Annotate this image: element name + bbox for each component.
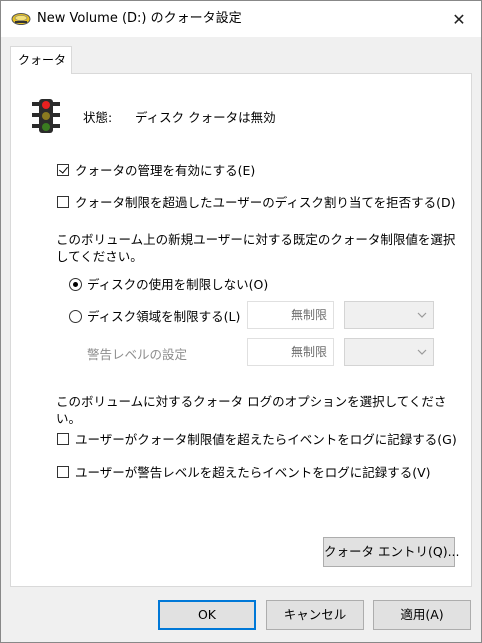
checkbox-unchecked[interactable] [57, 196, 69, 208]
limit-radio[interactable]: ディスク領域を制限する(L) [69, 308, 240, 326]
checkbox-checked[interactable] [57, 164, 69, 176]
traffic-light-icon [32, 99, 60, 133]
warning-value-field[interactable]: 無制限 [247, 338, 334, 366]
enable-quota-label: クォータの管理を有効にする(E) [75, 163, 256, 178]
log-warning-label: ユーザーが警告レベルを超えたらイベントをログに記録する(V) [75, 465, 431, 480]
no-limit-radio[interactable]: ディスクの使用を制限しない(O) [69, 276, 268, 294]
deny-space-label: クォータ制限を超過したユーザーのディスク割り当てを拒否する(D) [75, 195, 456, 210]
radio-selected[interactable] [69, 278, 82, 291]
close-button[interactable]: ✕ [437, 1, 481, 37]
status-label: 状態: [83, 110, 113, 125]
title-bar: New Volume (D:) のクォータ設定 ✕ [1, 1, 481, 37]
chevron-down-icon [417, 312, 427, 318]
window-title: New Volume (D:) のクォータ設定 [37, 11, 242, 26]
log-warning-checkbox[interactable]: ユーザーが警告レベルを超えたらイベントをログに記録する(V) [57, 464, 431, 482]
defaults-description: このボリューム上の新規ユーザーに対する既定のクォータ制限値を選択してください。 [56, 232, 456, 264]
no-limit-label: ディスクの使用を制限しない(O) [87, 277, 269, 292]
deny-space-checkbox[interactable]: クォータ制限を超過したユーザーのディスク割り当てを拒否する(D) [57, 194, 456, 212]
checkbox-unchecked[interactable] [57, 433, 69, 445]
apply-button[interactable]: 適用(A) [373, 600, 471, 630]
checkbox-unchecked[interactable] [57, 466, 69, 478]
log-description: このボリュームに対するクォータ ログのオプションを選択してください。 [56, 394, 447, 426]
tab-quota[interactable]: クォータ [10, 46, 72, 74]
enable-quota-checkbox[interactable]: クォータの管理を有効にする(E) [57, 162, 255, 180]
radio-unselected[interactable] [69, 310, 82, 323]
warning-unit-dropdown[interactable] [344, 338, 434, 366]
disk-drive-icon [11, 13, 31, 25]
limit-label: ディスク領域を制限する(L) [87, 309, 241, 324]
close-icon: ✕ [452, 9, 466, 29]
chevron-down-icon [417, 349, 427, 355]
ok-button[interactable]: OK [158, 600, 256, 630]
quota-settings-dialog: New Volume (D:) のクォータ設定 ✕ クォータ 状態: ディスク … [0, 0, 482, 643]
limit-unit-dropdown[interactable] [344, 301, 434, 329]
limit-value-field[interactable]: 無制限 [247, 301, 334, 329]
status-value: ディスク クォータは無効 [135, 110, 276, 125]
quota-entries-button[interactable]: クォータ エントリ(Q)... [323, 537, 460, 567]
log-limit-label: ユーザーがクォータ制限値を超えたらイベントをログに記録する(G) [75, 432, 457, 447]
warning-level-label: 警告レベルの設定 [87, 347, 188, 362]
quota-tab-panel [10, 73, 472, 587]
log-limit-checkbox[interactable]: ユーザーがクォータ制限値を超えたらイベントをログに記録する(G) [57, 431, 457, 449]
cancel-button[interactable]: キャンセル [266, 600, 364, 630]
